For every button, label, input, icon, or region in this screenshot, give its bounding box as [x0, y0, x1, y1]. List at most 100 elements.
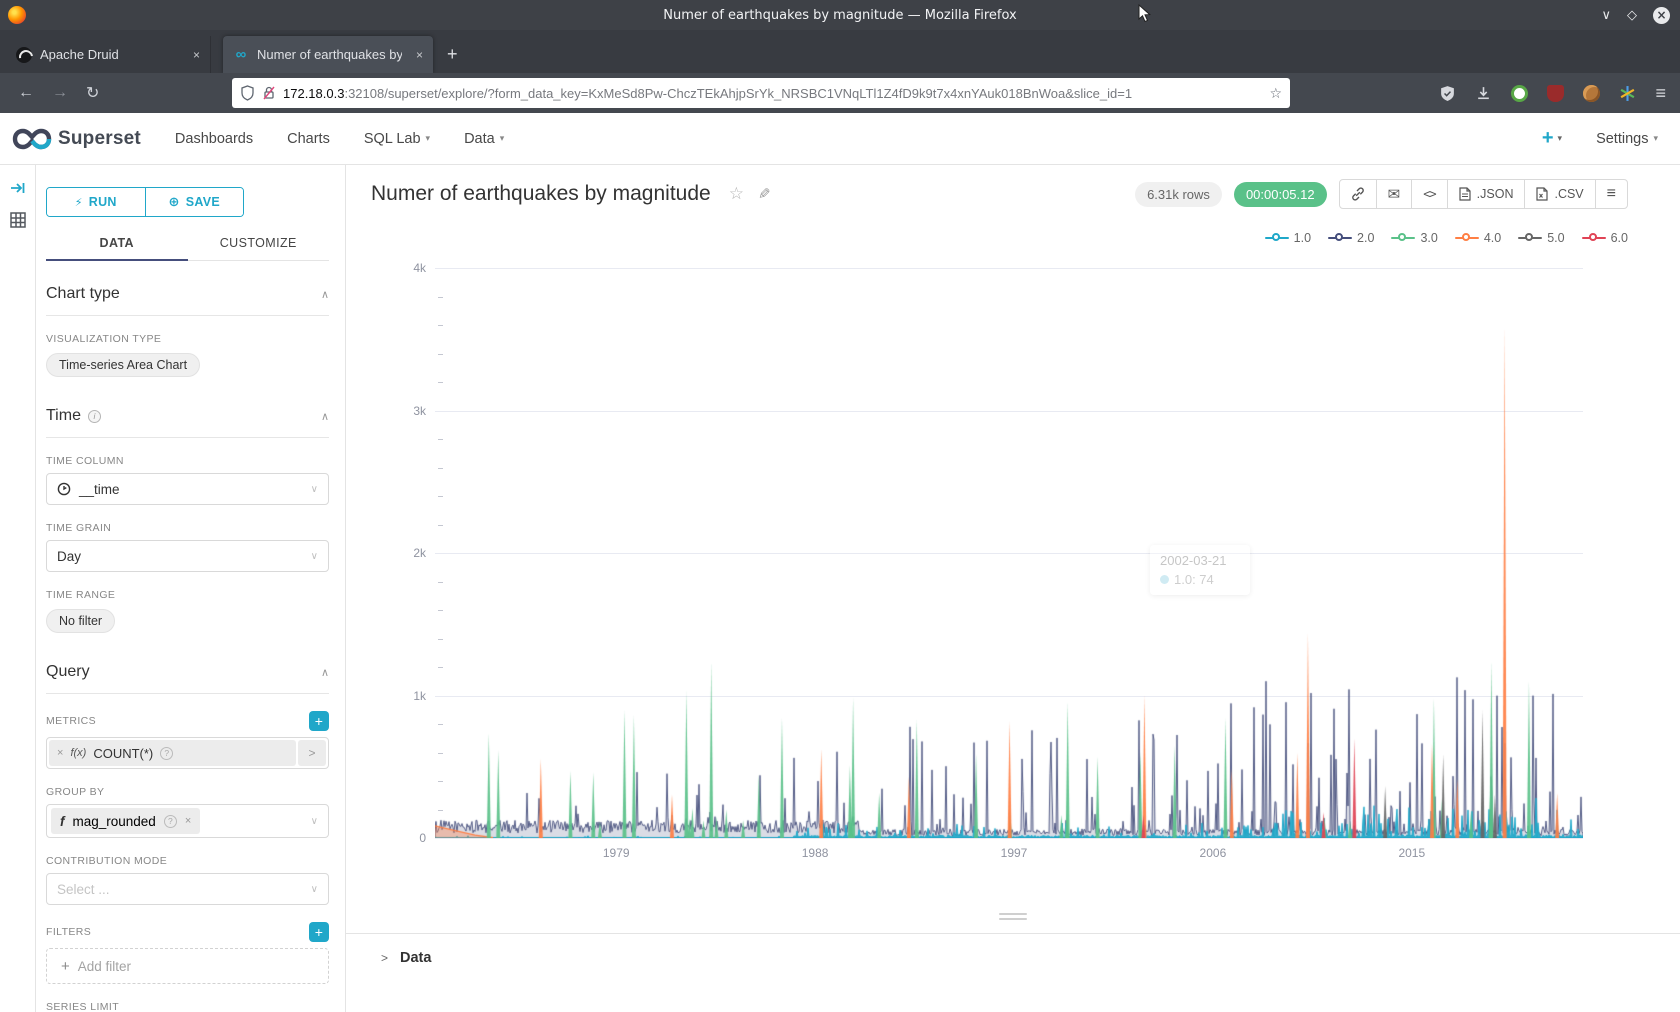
url-bar[interactable]: 172.18.0.3:32108/superset/explore/?form_…	[232, 78, 1290, 108]
tab-close-icon[interactable]: ×	[193, 48, 200, 62]
panel-resize-handle[interactable]	[999, 913, 1027, 923]
section-time[interactable]: Time i ∧	[46, 407, 329, 438]
remove-groupby-icon[interactable]: ×	[185, 815, 191, 827]
legend-marker-icon	[1582, 233, 1606, 243]
tab-customize[interactable]: CUSTOMIZE	[188, 227, 330, 260]
run-button[interactable]: ⚡ RUN	[47, 188, 146, 216]
edit-title-icon[interactable]: ✎	[758, 185, 771, 203]
section-query[interactable]: Query ∧	[46, 663, 329, 694]
add-filter-button[interactable]: +	[309, 922, 329, 942]
y-axis-minor-tick	[438, 468, 443, 469]
legend-label: 5.0	[1547, 231, 1564, 245]
plus-circle-icon: ⊕	[168, 194, 179, 210]
legend-label: 6.0	[1611, 231, 1628, 245]
mail-icon: ✉	[1388, 185, 1401, 203]
legend-item[interactable]: 5.0	[1518, 231, 1564, 245]
remove-metric-icon[interactable]: ×	[57, 747, 63, 759]
query-timer-badge: 00:00:05.12	[1234, 182, 1327, 207]
new-tab-icon[interactable]: +	[447, 44, 458, 65]
reload-icon[interactable]: ↻	[86, 83, 99, 103]
y-axis-label: 2k	[376, 546, 426, 560]
nav-item-data[interactable]: Data▾	[464, 131, 504, 147]
groupby-pill[interactable]: f mag_rounded ? ×	[51, 808, 200, 834]
metric-control[interactable]: × f(x) COUNT(*) ? >	[46, 737, 329, 769]
metric-expand-icon[interactable]: >	[298, 740, 326, 766]
email-button[interactable]: ✉	[1377, 180, 1413, 208]
downloads-icon[interactable]	[1475, 85, 1492, 102]
legend-item[interactable]: 2.0	[1328, 231, 1374, 245]
legend-item[interactable]: 6.0	[1582, 231, 1628, 245]
add-metric-button[interactable]: +	[309, 711, 329, 731]
question-icon: ?	[160, 747, 173, 760]
legend-item[interactable]: 4.0	[1455, 231, 1501, 245]
tooltip-value: 1.0: 74	[1174, 572, 1214, 587]
clock-icon	[57, 482, 71, 496]
insecure-lock-icon[interactable]	[262, 85, 276, 101]
add-new-button[interactable]: +▾	[1542, 127, 1562, 150]
link-icon	[1351, 187, 1365, 201]
browser-tab-druid[interactable]: Apache Druid ×	[6, 36, 211, 73]
nav-item-dashboards[interactable]: Dashboards	[175, 131, 253, 147]
window-maximize-icon[interactable]: ◇	[1627, 8, 1637, 23]
settings-menu[interactable]: Settings▾	[1596, 131, 1658, 147]
browser-menu-icon[interactable]: ≡	[1655, 83, 1666, 104]
window-minimize-icon[interactable]: ∨	[1601, 8, 1611, 23]
protections-shield-icon[interactable]	[1439, 85, 1456, 102]
window-close-icon[interactable]: ×	[1653, 7, 1670, 24]
brand-name: Superset	[58, 128, 141, 150]
timeseries-area-chart[interactable]	[435, 268, 1583, 838]
legend-label: 2.0	[1357, 231, 1374, 245]
tab-title: Numer of earthquakes by m	[257, 47, 402, 62]
series-limit-label: SERIES LIMIT	[46, 1001, 329, 1012]
embed-code-button[interactable]: <>	[1412, 180, 1447, 208]
time-range-value[interactable]: No filter	[46, 609, 115, 633]
copy-link-button[interactable]	[1340, 180, 1377, 208]
data-panel-toggle[interactable]: > Data	[346, 934, 1680, 966]
export-json-button[interactable]: .JSON	[1448, 180, 1526, 208]
gridline	[435, 268, 1583, 269]
save-button[interactable]: ⊕ SAVE	[146, 188, 244, 216]
explore-control-panel: ⚡ RUN ⊕ SAVE DATA CUSTOMIZE Chart type ∧…	[36, 165, 346, 1012]
more-actions-icon[interactable]: ≡	[1596, 180, 1627, 208]
gridline	[435, 411, 1583, 412]
tab-data[interactable]: DATA	[46, 227, 188, 260]
url-host: 172.18.0.3	[283, 86, 344, 101]
window-titlebar: Numer of earthquakes by magnitude — Mozi…	[0, 0, 1680, 30]
section-chart-type[interactable]: Chart type ∧	[46, 285, 329, 316]
collapse-panel-icon[interactable]	[9, 179, 27, 197]
cookie-extension-icon[interactable]	[1583, 85, 1600, 102]
datasource-grid-icon[interactable]	[9, 211, 27, 229]
y-axis-label: 3k	[376, 404, 426, 418]
chart-tooltip: 2002-03-21 1.0: 74	[1150, 545, 1250, 595]
back-icon[interactable]: ←	[18, 84, 34, 102]
viz-type-value[interactable]: Time-series Area Chart	[46, 353, 200, 377]
add-filter-dropzone[interactable]: + Add filter	[46, 948, 329, 984]
export-csv-button[interactable]: .CSV	[1525, 180, 1595, 208]
extension-asterisk-icon[interactable]	[1619, 85, 1636, 102]
forward-icon[interactable]: →	[52, 84, 68, 102]
y-axis-minor-tick	[438, 667, 443, 668]
caret-down-icon: ∨	[311, 884, 318, 895]
metric-pill[interactable]: × f(x) COUNT(*) ?	[49, 740, 296, 766]
gridline	[435, 553, 1583, 554]
ublock-extension-icon[interactable]	[1547, 85, 1564, 102]
extension-green-icon[interactable]	[1511, 85, 1528, 102]
nav-item-charts[interactable]: Charts	[287, 131, 330, 147]
legend-item[interactable]: 3.0	[1391, 231, 1437, 245]
chart-panel: Numer of earthquakes by magnitude ☆ ✎ 6.…	[346, 165, 1680, 1012]
legend-item[interactable]: 1.0	[1265, 231, 1311, 245]
tab-close-icon[interactable]: ×	[416, 48, 423, 62]
groupby-select[interactable]: f mag_rounded ? × ∨	[46, 804, 329, 838]
browser-tab-superset[interactable]: ∞ Numer of earthquakes by m ×	[223, 36, 433, 73]
superset-logo[interactable]: Superset	[12, 128, 141, 150]
favorite-star-icon[interactable]: ☆	[729, 184, 744, 204]
time-grain-select[interactable]: Day ∨	[46, 540, 329, 572]
time-column-select[interactable]: __time ∨	[46, 473, 329, 505]
contribution-mode-select[interactable]: Select ... ∨	[46, 873, 329, 905]
bookmark-star-icon[interactable]: ☆	[1269, 85, 1282, 102]
nav-item-sql-lab[interactable]: SQL Lab▾	[364, 131, 430, 147]
tracking-shield-icon[interactable]	[240, 85, 255, 101]
chart-legend: 1.0 2.0 3.0 4.0 5.0 6.0	[1265, 231, 1628, 245]
tab-title: Apache Druid	[40, 47, 119, 62]
gridline	[435, 838, 1583, 839]
